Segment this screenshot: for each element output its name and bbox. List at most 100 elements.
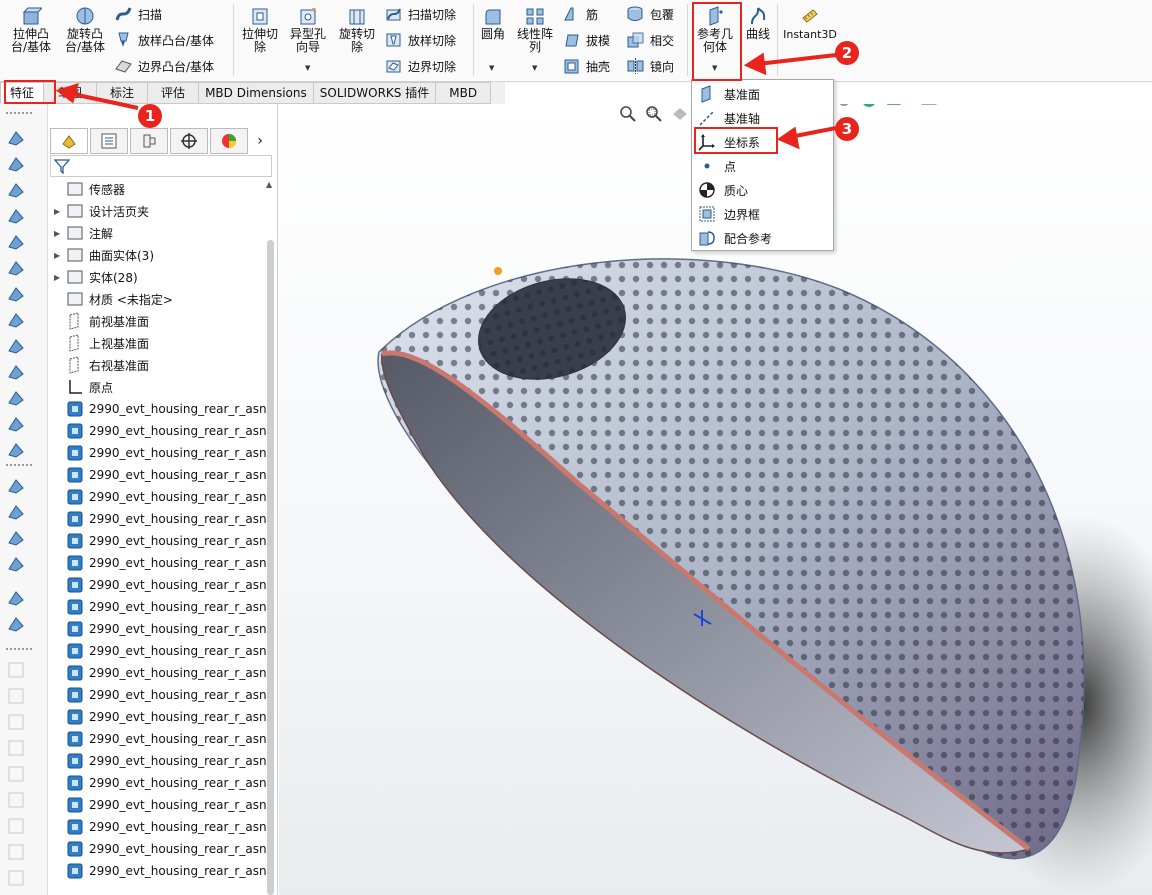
intersect-button[interactable]: 相交: [626, 29, 674, 51]
rib-icon[interactable]: [6, 362, 26, 382]
chevron-down-icon[interactable]: ▼: [489, 64, 494, 72]
chevron-down-icon[interactable]: ▼: [532, 64, 537, 72]
wrap-button[interactable]: 包覆: [626, 3, 674, 25]
extrude-icon[interactable]: [6, 310, 26, 330]
chevron-down-icon[interactable]: ▼: [754, 64, 759, 72]
tree-item-part[interactable]: 2990_evt_housing_rear_r_asn: [54, 860, 267, 882]
tree-item[interactable]: ▶ 设计活页夹: [54, 200, 149, 222]
tree-item-part[interactable]: 2990_evt_housing_rear_r_asn: [54, 508, 267, 530]
tree-item-part[interactable]: 2990_evt_housing_rear_r_asn: [54, 640, 267, 662]
expand-arrow-icon[interactable]: ▶: [54, 229, 66, 238]
reference-icon[interactable]: [6, 588, 26, 608]
menu-item-mate-reference[interactable]: 配合参考: [695, 227, 831, 249]
tree-item-part[interactable]: 2990_evt_housing_rear_r_asn: [54, 596, 267, 618]
tab-mbd-dimensions[interactable]: MBD Dimensions: [199, 82, 314, 104]
expand-arrow-icon[interactable]: ▶: [54, 251, 66, 260]
shell-button[interactable]: 抽壳: [562, 55, 610, 77]
tab-markup[interactable]: 标注: [97, 82, 149, 104]
tree-item-part[interactable]: 2990_evt_housing_rear_r_asn: [54, 420, 267, 442]
chevron-down-icon[interactable]: ▼: [305, 64, 310, 72]
draft-button[interactable]: 拔模: [562, 29, 610, 51]
mirror-icon[interactable]: [6, 440, 26, 460]
hole-icon[interactable]: [6, 388, 26, 408]
sweep-cut-button[interactable]: 扫描切除: [384, 3, 456, 25]
tree-item-part[interactable]: 2990_evt_housing_rear_r_asn: [54, 838, 267, 860]
curves-button[interactable]: 曲线: [742, 6, 774, 41]
move-icon[interactable]: [6, 476, 26, 496]
display-manager-tab[interactable]: [210, 128, 248, 154]
tree-item[interactable]: ▶ 注解: [54, 222, 113, 244]
expand-arrow-icon[interactable]: ▶: [54, 207, 66, 216]
split-icon[interactable]: [6, 502, 26, 522]
tree-item-part[interactable]: 2990_evt_housing_rear_r_asn: [54, 728, 267, 750]
tree-item-part[interactable]: 2990_evt_housing_rear_r_asn: [54, 486, 267, 508]
extrude-cut-button[interactable]: 拉伸切 除: [238, 6, 282, 54]
rib-button[interactable]: 筋: [562, 3, 598, 25]
tree-item-part[interactable]: 2990_evt_housing_rear_r_asn: [54, 816, 267, 838]
tree-item[interactable]: 上视基准面: [54, 332, 149, 354]
menu-item-point[interactable]: 点: [695, 155, 831, 177]
dimxpert-manager-tab[interactable]: [170, 128, 208, 154]
toolbar-grip[interactable]: [6, 112, 32, 114]
configuration-manager-tab[interactable]: [130, 128, 168, 154]
menu-item-center-of-mass[interactable]: 质心: [695, 179, 831, 201]
boss-icon[interactable]: [6, 128, 26, 148]
menu-item-plane[interactable]: 基准面: [695, 83, 831, 105]
tree-item-part[interactable]: 2990_evt_housing_rear_r_asn: [54, 662, 267, 684]
instant3d-button[interactable]: Instant3D: [782, 6, 838, 41]
tree-item-part[interactable]: 2990_evt_housing_rear_r_asn: [54, 530, 267, 552]
menu-item-bounding-box[interactable]: 边界框: [695, 203, 831, 225]
sweep-icon[interactable]: [6, 180, 26, 200]
hole-wizard-button[interactable]: 异型孔 向导: [286, 6, 330, 54]
menu-item-axis[interactable]: 基准轴: [695, 107, 831, 129]
extrude-boss-button[interactable]: 拉伸凸 台/基体: [8, 6, 54, 54]
tree-item-part[interactable]: 2990_evt_housing_rear_r_asn: [54, 706, 267, 728]
tree-item[interactable]: 前视基准面: [54, 310, 149, 332]
tree-item-part[interactable]: 2990_evt_housing_rear_r_asn: [54, 684, 267, 706]
revolve-icon[interactable]: [6, 154, 26, 174]
tree-item-part[interactable]: 2990_evt_housing_rear_r_asn: [54, 464, 267, 486]
draft-icon[interactable]: [6, 258, 26, 278]
loft-icon[interactable]: [6, 206, 26, 226]
cut-icon[interactable]: [6, 414, 26, 434]
tree-item[interactable]: 传感器: [54, 178, 125, 200]
property-manager-tab[interactable]: [90, 128, 128, 154]
tree-item-part[interactable]: 2990_evt_housing_rear_r_asn: [54, 618, 267, 640]
body-icon[interactable]: [6, 554, 26, 574]
expand-arrow-icon[interactable]: ▶: [54, 273, 66, 282]
plane-icon[interactable]: [6, 336, 26, 356]
loft-cut-button[interactable]: 放样切除: [384, 29, 456, 51]
tab-mbd[interactable]: MBD: [436, 82, 492, 104]
tree-item-part[interactable]: 2990_evt_housing_rear_r_asn: [54, 794, 267, 816]
tree-item-part[interactable]: 2990_evt_housing_rear_r_asn: [54, 552, 267, 574]
mirror-button[interactable]: 镜向: [626, 55, 674, 77]
toolbar-grip[interactable]: [6, 648, 32, 650]
combine-icon[interactable]: [6, 528, 26, 548]
wrap-icon[interactable]: [6, 284, 26, 304]
scroll-thumb[interactable]: [267, 240, 274, 895]
tree-item[interactable]: 右视基准面: [54, 354, 149, 376]
tab-solidworks-addins[interactable]: SOLIDWORKS 插件: [313, 82, 437, 104]
revolve-cut-button[interactable]: 旋转切 除: [334, 6, 380, 54]
tree-item[interactable]: 原点: [54, 376, 113, 398]
tree-scrollbar[interactable]: ▲: [266, 180, 275, 895]
curve-icon[interactable]: [6, 614, 26, 634]
revolve-boss-button[interactable]: 旋转凸 台/基体: [62, 6, 108, 54]
tab-evaluate[interactable]: 评估: [148, 82, 200, 104]
tree-item-part[interactable]: 2990_evt_housing_rear_r_asn: [54, 772, 267, 794]
tree-item-part[interactable]: 2990_evt_housing_rear_r_asn: [54, 750, 267, 772]
shell-icon[interactable]: [6, 232, 26, 252]
boundary-cut-button[interactable]: 边界切除: [384, 55, 456, 77]
tree-filter-input[interactable]: [50, 155, 272, 177]
scroll-up-icon[interactable]: ▲: [266, 180, 272, 189]
sweep-button[interactable]: 扫描: [114, 3, 162, 25]
chevron-right-icon[interactable]: ›: [250, 128, 270, 154]
fillet-button[interactable]: 圆角: [478, 6, 508, 41]
loft-boss-button[interactable]: 放样凸台/基体: [114, 29, 214, 51]
tree-item[interactable]: ▶ 曲面实体(3): [54, 244, 154, 266]
tree-item[interactable]: ▶ 实体(28): [54, 266, 138, 288]
tree-item-part[interactable]: 2990_evt_housing_rear_r_asn: [54, 574, 267, 596]
tree-item-part[interactable]: 2990_evt_housing_rear_r_asn: [54, 442, 267, 464]
feature-manager-tab[interactable]: [50, 128, 88, 154]
tree-item-part[interactable]: 2990_evt_housing_rear_r_asn: [54, 398, 267, 420]
